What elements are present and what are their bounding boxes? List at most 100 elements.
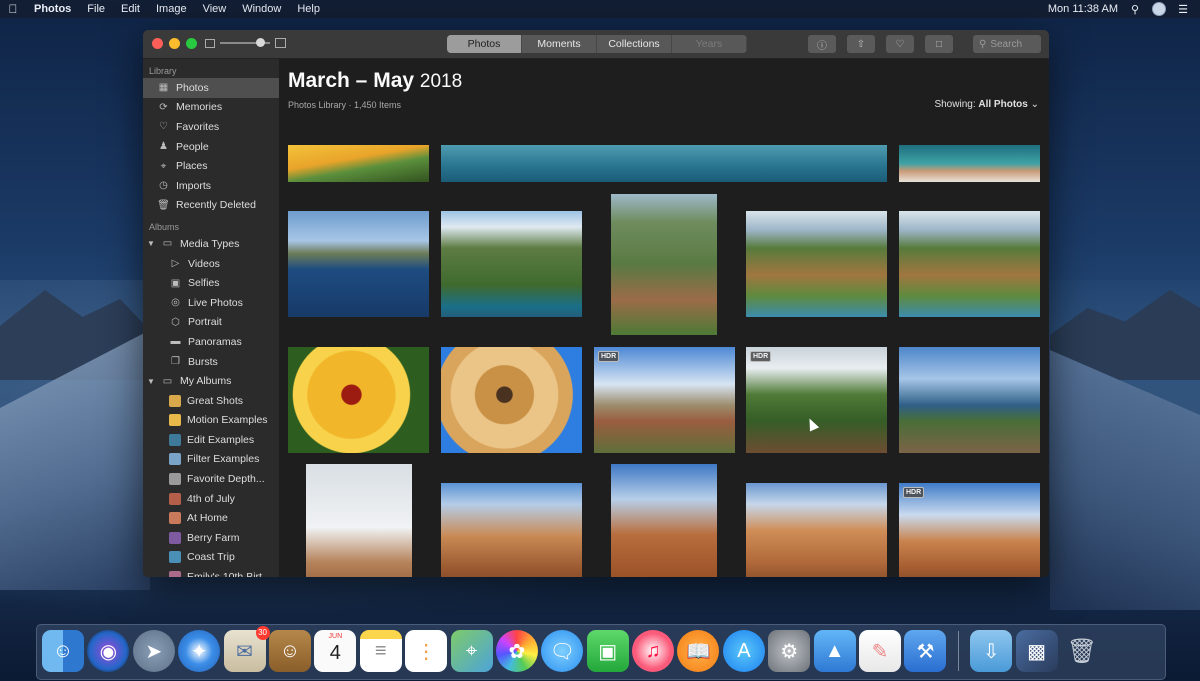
photo-man-on-cliff[interactable]: [899, 347, 1040, 453]
menu-edit[interactable]: Edit: [113, 3, 148, 15]
sidebar-item-portrait[interactable]: ⬡ Portrait: [143, 313, 279, 333]
reminders-icon[interactable]: ⋮: [405, 630, 448, 672]
apple-menu-icon[interactable]: : [0, 2, 26, 16]
sidebar-item-label: Portrait: [188, 316, 222, 329]
sidebar-item-bursts[interactable]: ❐ Bursts: [143, 352, 279, 372]
sidebar-item-album[interactable]: Edit Examples: [143, 430, 279, 450]
photo-hibiscus-flower[interactable]: [288, 347, 429, 453]
sidebar-item-album[interactable]: Motion Examples: [143, 411, 279, 431]
search-field[interactable]: ⚲ Search: [973, 35, 1041, 53]
sidebar-item-album[interactable]: Favorite Depth...: [143, 469, 279, 489]
itunes-icon[interactable]: ♫: [632, 630, 675, 672]
showing-label: Showing:: [934, 99, 976, 110]
sidebar-item-album[interactable]: Coast Trip: [143, 548, 279, 568]
photo-nautilus-shell[interactable]: [441, 347, 582, 453]
xcode-icon[interactable]: ⚒: [904, 630, 947, 672]
sidebar-item-videos[interactable]: ▷ Videos: [143, 254, 279, 274]
spotlight-search-icon[interactable]: ⚲: [1128, 2, 1142, 16]
menu-window[interactable]: Window: [234, 3, 289, 15]
minimize-window-button[interactable]: [169, 38, 180, 49]
photo-ridge-trail-hdr[interactable]: HDR: [746, 347, 887, 453]
sidebar-item-selfies[interactable]: ▣ Selfies: [143, 273, 279, 293]
sidebar-item-favorites[interactable]: ♡ Favorites: [143, 117, 279, 137]
sidebar-item-photos[interactable]: ▦ Photos: [143, 78, 279, 98]
sidebar-item-album[interactable]: Berry Farm: [143, 528, 279, 548]
downloads-folder-icon[interactable]: ⇩: [970, 630, 1013, 672]
notification-center-icon[interactable]: ☰: [1176, 2, 1190, 16]
share-button[interactable]: ⇧: [847, 35, 875, 53]
sidebar-item-label: Great Shots: [187, 394, 244, 407]
photo-woman-red-rocks[interactable]: [441, 483, 582, 577]
menu-app-name[interactable]: Photos: [26, 3, 79, 15]
safari-icon[interactable]: ✦: [178, 630, 221, 672]
rotate-button[interactable]: □: [925, 35, 953, 53]
photo-yellow-boat[interactable]: [288, 145, 429, 182]
photo-coastal-cliffs[interactable]: [441, 211, 582, 317]
menu-image[interactable]: Image: [148, 3, 195, 15]
zoom-slider-knob[interactable]: [256, 38, 265, 47]
recent-screenshot-icon[interactable]: ▩: [1015, 630, 1058, 672]
keynote-icon[interactable]: ▲: [813, 630, 856, 672]
photo-napali-coast-1[interactable]: [746, 211, 887, 317]
photo-napali-coast-2[interactable]: [899, 211, 1040, 317]
photo-canyon-hdr[interactable]: HDR: [594, 347, 735, 453]
close-window-button[interactable]: [152, 38, 163, 49]
sidebar-group-media-types[interactable]: ▼ ▭ Media Types: [143, 234, 279, 254]
messages-icon[interactable]: 🗨: [541, 630, 584, 672]
album-thumbnail-icon: [169, 473, 181, 486]
photo-kayak[interactable]: [288, 211, 429, 317]
menu-help[interactable]: Help: [289, 3, 328, 15]
zoom-window-button[interactable]: [186, 38, 197, 49]
sidebar-item-album[interactable]: Great Shots: [143, 391, 279, 411]
showing-filter-dropdown[interactable]: Showing: All Photos ⌄: [934, 99, 1039, 110]
user-avatar-icon[interactable]: [1152, 2, 1166, 16]
calendar-icon[interactable]: JUN 4: [314, 630, 357, 672]
menu-clock[interactable]: Mon 11:38 AM: [1048, 3, 1118, 15]
photo-arch-hdr[interactable]: HDR: [899, 483, 1040, 577]
album-thumbnail-icon: [169, 571, 181, 577]
sidebar-item-recently-deleted[interactable]: 🗑 Recently Deleted: [143, 196, 279, 216]
tab-photos[interactable]: Photos: [447, 35, 522, 53]
tab-collections[interactable]: Collections: [597, 35, 672, 53]
contacts-icon[interactable]: ☺: [268, 630, 311, 672]
zoom-slider[interactable]: [220, 38, 270, 47]
sidebar-item-memories[interactable]: ⟳ Memories: [143, 98, 279, 118]
tab-moments[interactable]: Moments: [522, 35, 597, 53]
photo-woman-sitting[interactable]: [746, 483, 887, 577]
notes-icon[interactable]: ≡: [359, 630, 402, 672]
disclosure-triangle-icon[interactable]: ▼: [147, 239, 155, 248]
sidebar-item-panoramas[interactable]: ▬ Panoramas: [143, 332, 279, 352]
menu-view[interactable]: View: [195, 3, 235, 15]
sidebar-item-people[interactable]: ♟ People: [143, 137, 279, 157]
maps-icon[interactable]: ⌖: [450, 630, 493, 672]
system-preferences-icon[interactable]: ⚙: [768, 630, 811, 672]
sidebar-item-album[interactable]: Filter Examples: [143, 450, 279, 470]
photo-ocean-wake[interactable]: [441, 145, 887, 182]
facetime-icon[interactable]: ▣: [586, 630, 629, 672]
photo-green-valley[interactable]: [611, 194, 717, 335]
photos-app-icon[interactable]: ✿: [495, 630, 538, 672]
photo-lone-tree[interactable]: [306, 464, 412, 577]
mail-icon[interactable]: ✉ 30: [223, 626, 270, 672]
pages-icon[interactable]: ✎: [859, 630, 902, 672]
tab-years[interactable]: Years: [672, 35, 747, 53]
sidebar-group-my-albums[interactable]: ▼ ▭ My Albums: [143, 371, 279, 391]
finder-icon[interactable]: ☺: [42, 630, 84, 672]
siri-icon[interactable]: ◉: [87, 630, 130, 672]
sidebar-item-imports[interactable]: ◷ Imports: [143, 176, 279, 196]
sidebar-item-album[interactable]: Emily's 10th Birt...: [143, 567, 279, 577]
sidebar-item-album[interactable]: 4th of July: [143, 489, 279, 509]
app-store-icon[interactable]: A: [722, 630, 765, 672]
ibooks-icon[interactable]: 📖: [677, 630, 720, 672]
photo-rock-arch[interactable]: [611, 464, 717, 577]
trash-icon[interactable]: 🗑: [1061, 630, 1103, 672]
sidebar-item-album[interactable]: At Home: [143, 508, 279, 528]
disclosure-triangle-icon[interactable]: ▼: [147, 377, 155, 386]
sidebar-item-places[interactable]: ⌖ Places: [143, 156, 279, 176]
favorite-button[interactable]: ♡: [886, 35, 914, 53]
launchpad-icon[interactable]: ➤: [132, 630, 175, 672]
photo-people-on-boat[interactable]: [899, 145, 1040, 182]
menu-file[interactable]: File: [79, 3, 113, 15]
info-button[interactable]: ⓘ: [808, 35, 836, 53]
sidebar-item-live-photos[interactable]: ◎ Live Photos: [143, 293, 279, 313]
